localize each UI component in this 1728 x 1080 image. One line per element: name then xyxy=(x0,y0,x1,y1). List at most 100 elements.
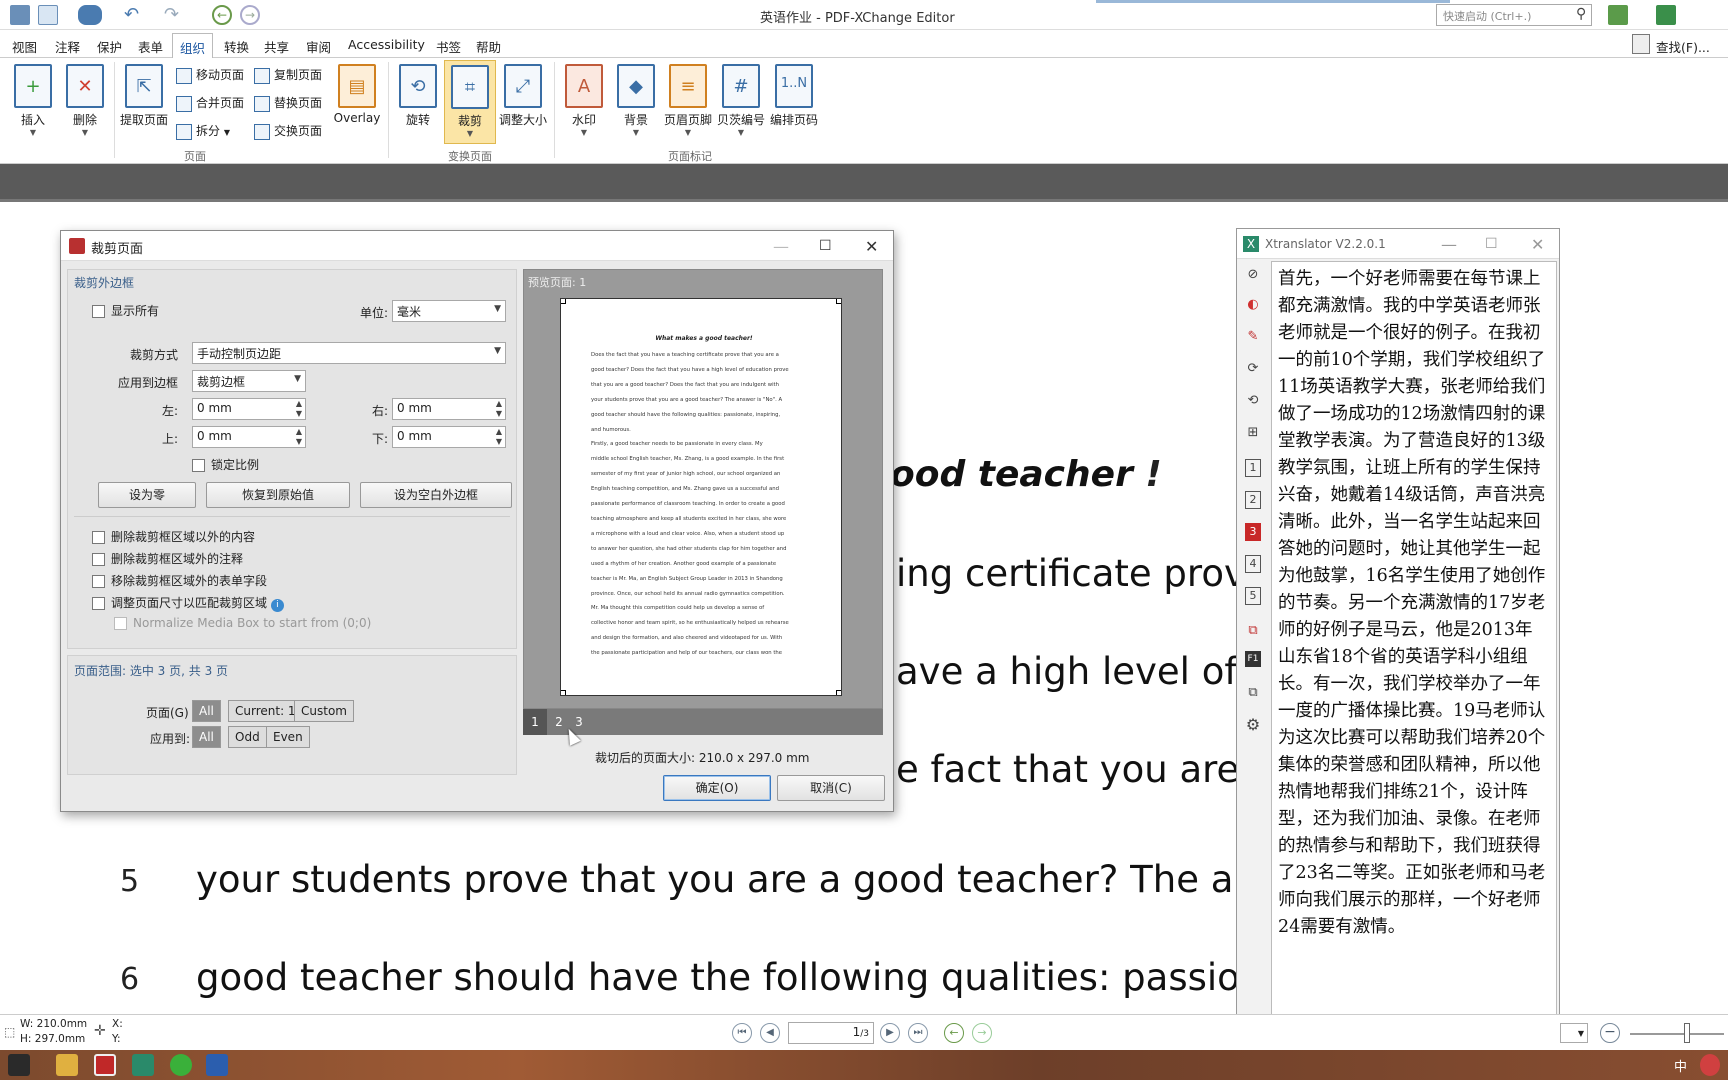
minimize-icon[interactable]: — xyxy=(1441,235,1457,254)
ime-indicator[interactable]: 中 xyxy=(1674,1056,1687,1075)
extract-pages-button[interactable]: ⇱ 提取页面 xyxy=(116,64,172,128)
split-button[interactable]: 拆分 ▼ xyxy=(176,122,230,142)
replace-pages-button[interactable]: 替换页面 xyxy=(254,94,322,114)
insert-button[interactable]: + 插入 ▼ xyxy=(8,64,58,137)
delete-button[interactable]: ✕ 删除 ▼ xyxy=(60,64,110,137)
apply-all-toggle[interactable]: All xyxy=(192,726,221,748)
undo-icon[interactable]: ↶ xyxy=(124,4,139,25)
apply-odd-toggle[interactable]: Odd xyxy=(228,726,267,748)
apply-box-select[interactable]: 裁剪边框 ▼ xyxy=(192,370,306,392)
overlay-button[interactable]: ▤ Overlay xyxy=(332,64,382,125)
crop-handle[interactable] xyxy=(561,299,566,304)
unit-select[interactable]: 毫米 ▼ xyxy=(392,300,506,322)
resize-button[interactable]: ⤢ 调整大小 xyxy=(496,64,550,128)
close-icon[interactable]: ✕ xyxy=(865,237,878,256)
translation-text[interactable]: 首先，一个好老师需要在每节课上都充满激情。我的中学英语老师张老师就是一个很好的例… xyxy=(1271,261,1557,1077)
right-margin-input[interactable]: 0 mm ▲ ▼ xyxy=(392,398,506,420)
set-zero-button[interactable]: 设为零 xyxy=(98,482,196,508)
top-margin-input[interactable]: 0 mm ▲ ▼ xyxy=(192,426,306,448)
zoom-slider-thumb[interactable] xyxy=(1684,1023,1690,1043)
next-page-icon[interactable]: ▶ xyxy=(880,1023,900,1043)
show-all-checkbox[interactable]: 显示所有 xyxy=(92,302,159,319)
forward-icon[interactable]: → xyxy=(240,5,260,25)
option-normalize-media-box[interactable]: Normalize Media Box to start from (0;0) xyxy=(114,616,371,630)
search-icon[interactable]: ⚲ xyxy=(1576,6,1586,22)
forward-view-icon[interactable]: → xyxy=(972,1023,992,1043)
pdf-xchange-icon[interactable] xyxy=(94,1054,116,1076)
fullscreen-icon[interactable] xyxy=(1656,5,1676,25)
menu-bookmarks[interactable]: 书签 xyxy=(436,37,461,56)
minimize-icon[interactable]: — xyxy=(773,237,789,256)
crop-handle[interactable] xyxy=(836,299,841,304)
set-blank-margins-button[interactable]: 设为空白外边框 xyxy=(360,482,512,508)
option-checkbox[interactable] xyxy=(114,617,127,630)
menu-share[interactable]: 共享 xyxy=(264,37,289,56)
spinner-icon[interactable]: ▲ ▼ xyxy=(496,427,502,447)
lock-ratio-box[interactable] xyxy=(192,459,205,472)
spinner-icon[interactable]: ▲ ▼ xyxy=(296,399,302,419)
header-footer-button[interactable]: ≡ 页眉页脚 ▼ xyxy=(660,64,716,137)
menu-protect[interactable]: 保护 xyxy=(97,37,122,56)
menu-comment[interactable]: 注释 xyxy=(55,37,80,56)
word-icon[interactable] xyxy=(206,1054,228,1076)
menu-convert[interactable]: 转换 xyxy=(224,37,249,56)
close-icon[interactable]: ✕ xyxy=(1531,235,1544,254)
spinner-icon[interactable]: ▲ ▼ xyxy=(296,427,302,447)
zoom-dropdown[interactable]: ▼ xyxy=(1560,1023,1588,1043)
print-icon[interactable] xyxy=(10,5,30,25)
pages-custom-toggle[interactable]: Custom xyxy=(294,700,354,722)
find-button[interactable]: 查找(F)... xyxy=(1656,37,1710,56)
bates-button[interactable]: # 贝茨编号 ▼ xyxy=(716,64,766,137)
start-icon[interactable] xyxy=(8,1054,30,1076)
tray-icon[interactable] xyxy=(1700,1054,1720,1076)
slot-2-icon[interactable]: 2 xyxy=(1245,491,1261,509)
wechat-icon[interactable] xyxy=(170,1054,192,1076)
rotate-right-icon[interactable]: ⟳ xyxy=(1243,359,1263,379)
ok-button[interactable]: 确定(O) xyxy=(663,775,771,801)
crop-button[interactable]: ⌗ 裁剪 ▼ xyxy=(444,60,496,144)
last-page-icon[interactable]: ⏭ xyxy=(908,1023,928,1043)
hide-icon[interactable]: ⊘ xyxy=(1243,265,1263,285)
crop-mode-select[interactable]: 手动控制页边距 ▼ xyxy=(192,342,506,364)
cloud-icon[interactable] xyxy=(78,5,102,25)
spinner-icon[interactable]: ▲ ▼ xyxy=(496,399,502,419)
bottom-margin-input[interactable]: 0 mm ▲ ▼ xyxy=(392,426,506,448)
menu-help[interactable]: 帮助 xyxy=(476,37,501,56)
find-icon[interactable] xyxy=(1632,34,1650,54)
menu-form[interactable]: 表单 xyxy=(138,37,163,56)
slot-5-icon[interactable]: 5 xyxy=(1245,587,1261,605)
pages-all-toggle[interactable]: All xyxy=(192,700,221,722)
rotate-button[interactable]: ⟲ 旋转 xyxy=(394,64,442,128)
option-remove-form-fields[interactable]: 移除裁剪框区域外的表单字段 xyxy=(92,572,267,589)
copy-pages-button[interactable]: 复制页面 xyxy=(254,66,322,86)
slot-3-icon[interactable]: 3 xyxy=(1245,523,1261,541)
prev-page-icon[interactable]: ◀ xyxy=(760,1023,780,1043)
background-button[interactable]: ◆ 背景 ▼ xyxy=(612,64,660,137)
capture-icon[interactable]: ⧉ xyxy=(1243,621,1263,641)
quick-launch-input[interactable]: 快速启动 (Ctrl+.) xyxy=(1436,4,1592,26)
option-checkbox[interactable] xyxy=(92,553,105,566)
option-checkbox[interactable] xyxy=(92,575,105,588)
copy-icon[interactable]: ⧉ xyxy=(1243,683,1263,703)
f1-icon[interactable]: F1 xyxy=(1245,651,1261,667)
pages-current-toggle[interactable]: Current: 1 xyxy=(228,700,303,722)
menu-review[interactable]: 审阅 xyxy=(306,37,331,56)
option-resize-page[interactable]: 调整页面尺寸以匹配裁剪区域 i xyxy=(92,594,284,612)
page-number-input[interactable]: 1/3 xyxy=(788,1022,874,1044)
left-margin-input[interactable]: 0 mm ▲ ▼ xyxy=(192,398,306,420)
slot-1-icon[interactable]: 1 xyxy=(1245,459,1261,477)
preview-tab-1[interactable]: 1 xyxy=(523,709,547,735)
swap-pages-button[interactable]: 交换页面 xyxy=(254,122,322,142)
menu-accessibility[interactable]: Accessibility xyxy=(348,37,425,52)
zoom-slider[interactable] xyxy=(1630,1033,1724,1035)
option-checkbox[interactable] xyxy=(92,597,105,610)
lock-ratio-checkbox[interactable]: 锁定比例 xyxy=(192,456,259,473)
maximize-icon[interactable]: ☐ xyxy=(1485,236,1498,252)
xtranslator-icon[interactable] xyxy=(132,1054,154,1076)
rotate-left-icon[interactable]: ⟲ xyxy=(1243,391,1263,411)
file-explorer-icon[interactable] xyxy=(56,1054,78,1076)
apply-even-toggle[interactable]: Even xyxy=(266,726,310,748)
restore-original-button[interactable]: 恢复到原始值 xyxy=(206,482,350,508)
email-icon[interactable] xyxy=(38,5,58,25)
settings-icon[interactable] xyxy=(1608,5,1628,25)
